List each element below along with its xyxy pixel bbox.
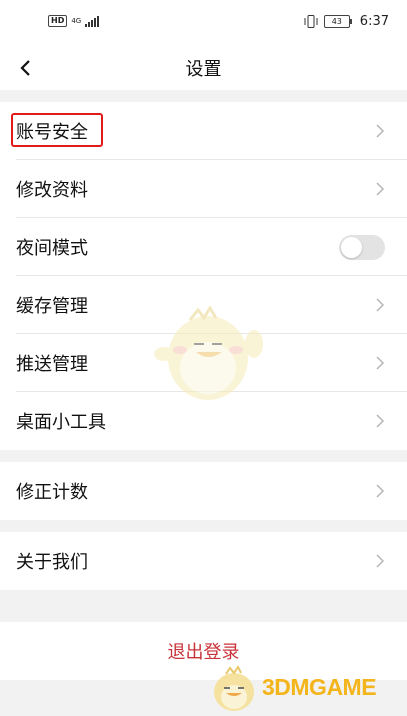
chevron-right-icon xyxy=(376,484,385,498)
settings-item-night-mode: 夜间模式 xyxy=(0,218,407,276)
battery-icon: 43 xyxy=(323,15,352,28)
chevron-right-icon xyxy=(376,124,385,138)
highlight-box xyxy=(11,113,103,147)
header: 设置 xyxy=(0,46,407,90)
signal-icon xyxy=(85,15,100,27)
settings-item-label: 缓存管理 xyxy=(16,296,88,317)
status-bar: HD 4G 43 6:37 xyxy=(0,0,407,46)
chevron-right-icon xyxy=(376,356,385,370)
watermark-text: 3DMGAME xyxy=(262,674,377,700)
settings-group-count: 修正计数 xyxy=(0,462,407,520)
settings-item-fix-count[interactable]: 修正计数 xyxy=(0,462,407,520)
settings-item-label: 夜间模式 xyxy=(16,238,88,259)
chevron-right-icon xyxy=(376,182,385,196)
network-type: 4G xyxy=(71,16,82,25)
watermark: 3DMGAME xyxy=(208,664,403,714)
hd-badge: HD xyxy=(48,15,68,27)
vibrate-icon xyxy=(304,15,318,28)
logout-label: 退出登录 xyxy=(167,642,240,663)
settings-item-edit-profile[interactable]: 修改资料 xyxy=(0,160,407,218)
chevron-right-icon xyxy=(376,298,385,312)
settings-item-label: 修正计数 xyxy=(16,482,88,503)
toggle-knob xyxy=(341,237,362,258)
settings-item-label: 推送管理 xyxy=(16,354,88,375)
settings-item-account-security[interactable]: 账号安全 xyxy=(0,102,407,160)
chevron-right-icon xyxy=(376,554,385,568)
page-title: 设置 xyxy=(185,59,222,80)
chevron-right-icon xyxy=(376,414,385,428)
3dm-mascot-icon xyxy=(214,665,254,711)
settings-group-about: 关于我们 xyxy=(0,532,407,590)
settings-item-label: 修改资料 xyxy=(16,180,88,201)
settings-item-label: 桌面小工具 xyxy=(16,412,106,433)
night-mode-toggle[interactable] xyxy=(339,235,385,260)
status-left: HD 4G xyxy=(48,15,100,27)
clock: 6:37 xyxy=(359,14,389,29)
mascot-illustration xyxy=(154,306,263,400)
settings-item-label: 关于我们 xyxy=(16,552,88,573)
status-right: 43 6:37 xyxy=(304,14,389,29)
settings-item-about[interactable]: 关于我们 xyxy=(0,532,407,590)
